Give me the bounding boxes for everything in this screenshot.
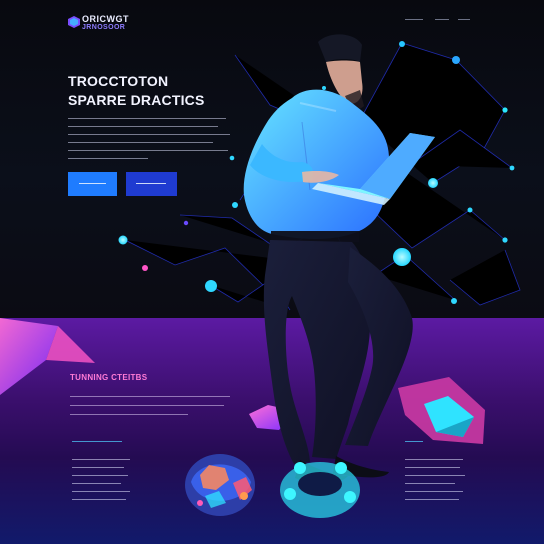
network-node-icon: [393, 248, 411, 266]
ring-device-illustration: [280, 462, 360, 518]
network-node-icon: [232, 202, 238, 208]
hero-paragraph: [68, 118, 238, 166]
feature-col-2-text: [405, 459, 467, 507]
network-node-icon: [452, 56, 460, 64]
network-node-icon: [502, 237, 508, 243]
secondary-cta-button[interactable]: [126, 172, 177, 196]
hero-title-line-2: SPARRE DRACTICS: [68, 92, 205, 108]
primary-button-label-line: [79, 183, 106, 184]
feature-col-1-text: [72, 459, 134, 507]
feature-col-1-title-line: [72, 441, 122, 442]
globe-device-illustration: [185, 454, 255, 516]
nav-label-line: [458, 19, 470, 20]
network-node-icon: [322, 86, 326, 90]
network-node-icon: [509, 165, 515, 171]
brand-logo-icon[interactable]: [68, 16, 80, 28]
nav-label-line: [405, 19, 423, 20]
primary-cta-button[interactable]: [68, 172, 117, 196]
features-title: TUNNING CTEITBS: [70, 373, 148, 382]
network-node-icon: [183, 220, 189, 226]
network-node-icon: [428, 178, 438, 188]
secondary-button-label-line: [136, 183, 166, 184]
nav-label-line: [435, 19, 449, 20]
hero-title: TROCCTOTON SPARRE DRACTICS: [68, 72, 288, 110]
brand-tagline: JRNOSOOR: [82, 24, 126, 31]
network-node-icon: [118, 235, 128, 245]
hero-title-line-1: TROCCTOTON: [68, 73, 169, 89]
brand-name[interactable]: ORICWGT: [82, 14, 129, 24]
network-node-icon: [142, 265, 148, 271]
landing-page: ORICWGT JRNOSOOR TROCCTOTON SPARRE DRACT…: [0, 0, 544, 544]
feature-col-2-title-line: [405, 441, 423, 442]
network-node-icon: [399, 41, 405, 47]
network-node-icon: [502, 107, 508, 113]
network-node-icon: [205, 280, 217, 292]
network-node-icon: [451, 298, 457, 304]
network-node-icon: [467, 207, 473, 213]
features-paragraph: [70, 396, 234, 423]
gem-icon: [398, 377, 485, 444]
